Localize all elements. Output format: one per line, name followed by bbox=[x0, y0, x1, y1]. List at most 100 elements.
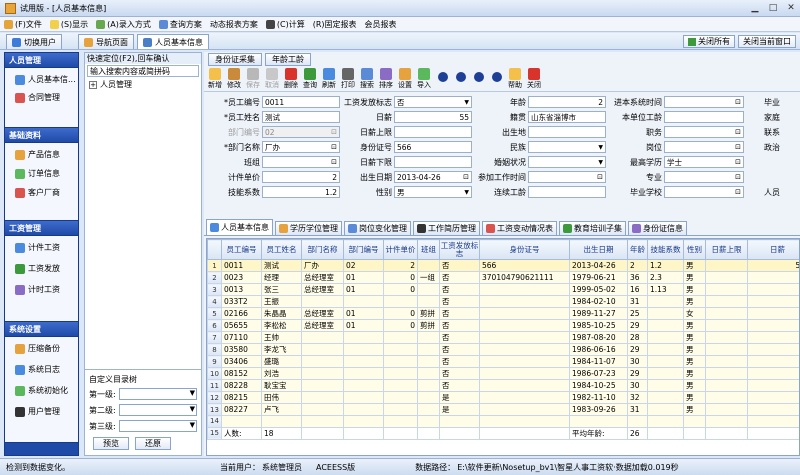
table-cell[interactable] bbox=[479, 355, 570, 368]
table-cell[interactable]: 29 bbox=[627, 319, 648, 332]
level1-select[interactable] bbox=[119, 388, 197, 400]
table-row[interactable]: 10011测试厂办022否5662013-04-2621.2男55 bbox=[207, 259, 799, 272]
table-cell[interactable] bbox=[417, 391, 440, 404]
refresh-button[interactable]: 刷新 bbox=[320, 66, 338, 90]
table-cell[interactable]: 是 bbox=[439, 403, 480, 416]
table-cell[interactable]: 1979-06-21 bbox=[569, 271, 628, 284]
query-button[interactable]: 查询 bbox=[301, 66, 319, 90]
table-cell[interactable] bbox=[301, 295, 344, 308]
sidebar-item-users[interactable]: 用户管理 bbox=[7, 404, 76, 419]
cancel-button[interactable]: 取消 bbox=[263, 66, 281, 90]
table-cell[interactable] bbox=[647, 367, 684, 380]
post-field[interactable] bbox=[664, 126, 744, 138]
col-age[interactable]: 年龄 bbox=[627, 239, 648, 260]
sidebar-item-init[interactable]: 系统初始化 bbox=[7, 383, 76, 398]
next-icon[interactable] bbox=[474, 72, 484, 82]
menu-query-plan[interactable]: 查询方案 bbox=[158, 19, 202, 30]
table-cell[interactable]: 盛璐 bbox=[261, 355, 302, 368]
table-cell[interactable] bbox=[647, 343, 684, 356]
table-cell[interactable] bbox=[747, 415, 799, 428]
close-all-button[interactable]: 关闭所有 bbox=[683, 35, 735, 48]
table-cell[interactable] bbox=[417, 355, 440, 368]
table-cell[interactable] bbox=[479, 343, 570, 356]
table-cell[interactable]: 0 bbox=[383, 307, 418, 320]
table-cell[interactable]: 李松松 bbox=[261, 319, 302, 332]
table-cell[interactable] bbox=[343, 295, 384, 308]
table-cell[interactable] bbox=[705, 283, 748, 296]
tab-resume[interactable]: 工作简历管理 bbox=[413, 221, 480, 235]
join-date-field[interactable] bbox=[528, 171, 606, 183]
sort-button[interactable]: 排序 bbox=[377, 66, 395, 90]
table-cell[interactable] bbox=[479, 307, 570, 320]
emp-name-field[interactable]: 测试 bbox=[262, 111, 340, 123]
table-cell[interactable]: 1984-02-10 bbox=[569, 295, 628, 308]
table-cell[interactable]: 05655 bbox=[221, 319, 262, 332]
table-cell[interactable]: 女 bbox=[683, 307, 706, 320]
table-cell[interactable]: 否 bbox=[439, 283, 480, 296]
table-cell[interactable]: 01 bbox=[343, 283, 384, 296]
table-row[interactable]: 14 bbox=[207, 415, 799, 428]
table-cell[interactable]: 1986-06-16 bbox=[569, 343, 628, 356]
table-row[interactable]: 9 03406 盛璐 否 1984-11-07 30 男 bbox=[207, 355, 799, 368]
menu-file[interactable]: (F)文件 bbox=[4, 19, 42, 30]
col-birth-date[interactable]: 出生日期 bbox=[569, 239, 628, 260]
table-cell[interactable]: 否 bbox=[439, 367, 480, 380]
col-group[interactable]: 班组 bbox=[417, 239, 440, 260]
table-cell[interactable] bbox=[417, 367, 440, 380]
level2-select[interactable] bbox=[119, 404, 197, 416]
table-row[interactable]: 3 0013 张三 总经理室 01 0 否 1999-05-02 16 1.13 男 bbox=[207, 283, 799, 296]
table-cell[interactable] bbox=[301, 355, 344, 368]
group-field[interactable] bbox=[262, 156, 340, 168]
table-cell[interactable]: 卢飞 bbox=[261, 403, 302, 416]
table-cell[interactable] bbox=[705, 391, 748, 404]
table-cell[interactable] bbox=[705, 379, 748, 392]
wage-flag-select[interactable]: 否 bbox=[394, 96, 472, 108]
minimize-icon[interactable]: ▁ bbox=[748, 2, 762, 14]
sidebar-item-piece-wage[interactable]: 计件工资 bbox=[7, 240, 76, 255]
sidebar-item-orders[interactable]: 订单信息 bbox=[7, 166, 76, 181]
school-field[interactable] bbox=[664, 186, 744, 198]
table-cell[interactable]: 08215 bbox=[221, 391, 262, 404]
help-button[interactable]: 帮助 bbox=[506, 66, 524, 90]
table-cell[interactable] bbox=[417, 379, 440, 392]
table-cell[interactable]: 29 bbox=[627, 367, 648, 380]
table-row[interactable]: 10 08152 刘浩 否 1986-07-23 29 男 bbox=[207, 367, 799, 380]
table-cell[interactable] bbox=[647, 307, 684, 320]
table-cell[interactable] bbox=[383, 391, 418, 404]
menu-calc[interactable]: (C)计算 bbox=[265, 19, 305, 30]
table-cell[interactable]: 男 bbox=[683, 379, 706, 392]
emp-no-field[interactable]: 0011 bbox=[262, 96, 340, 108]
sidebar-item-customers[interactable]: 客户厂商 bbox=[7, 185, 76, 200]
table-cell[interactable]: 29 bbox=[627, 343, 648, 356]
table-cell[interactable]: 田伟 bbox=[261, 391, 302, 404]
sidebar-section-title[interactable]: 系统设置 bbox=[5, 322, 78, 337]
table-cell[interactable] bbox=[383, 403, 418, 416]
menu-dynamic-report[interactable]: 动态报表方案 bbox=[210, 19, 258, 30]
tab-education[interactable]: 学历学位管理 bbox=[275, 221, 342, 235]
age-field[interactable]: 2 bbox=[528, 96, 606, 108]
table-cell[interactable] bbox=[417, 295, 440, 308]
menu-show[interactable]: (S)显示 bbox=[49, 19, 88, 30]
table-cell[interactable]: 1.2 bbox=[647, 259, 684, 272]
table-cell[interactable]: 总经理室 bbox=[301, 271, 344, 284]
table-cell[interactable]: 男 bbox=[683, 319, 706, 332]
table-cell[interactable] bbox=[705, 343, 748, 356]
table-cell[interactable] bbox=[647, 331, 684, 344]
table-cell[interactable]: 男 bbox=[683, 259, 706, 272]
table-cell[interactable]: 否 bbox=[439, 295, 480, 308]
native-field[interactable]: 山东省淄博市 bbox=[528, 111, 606, 123]
sidebar-item-wage-pay[interactable]: 工资发放 bbox=[7, 261, 76, 276]
sidebar-item-log[interactable]: 系统日志 bbox=[7, 362, 76, 377]
tab-wage-change[interactable]: 工资变动情况表 bbox=[482, 221, 557, 235]
close-current-button[interactable]: 关闭当前窗口 bbox=[738, 35, 796, 48]
table-cell[interactable] bbox=[417, 415, 440, 428]
table-row[interactable]: 12 08215 田伟 是 1982-11-10 32 男 bbox=[207, 391, 799, 404]
table-cell[interactable]: 男 bbox=[683, 331, 706, 344]
table-cell[interactable]: 01 bbox=[343, 319, 384, 332]
table-cell[interactable] bbox=[301, 379, 344, 392]
table-cell[interactable]: 1985-10-25 bbox=[569, 319, 628, 332]
switch-user-button[interactable]: 切换用户 bbox=[6, 34, 62, 49]
table-cell[interactable] bbox=[747, 283, 799, 296]
search-button[interactable]: 搜索 bbox=[358, 66, 376, 90]
table-cell[interactable]: 男 bbox=[683, 391, 706, 404]
